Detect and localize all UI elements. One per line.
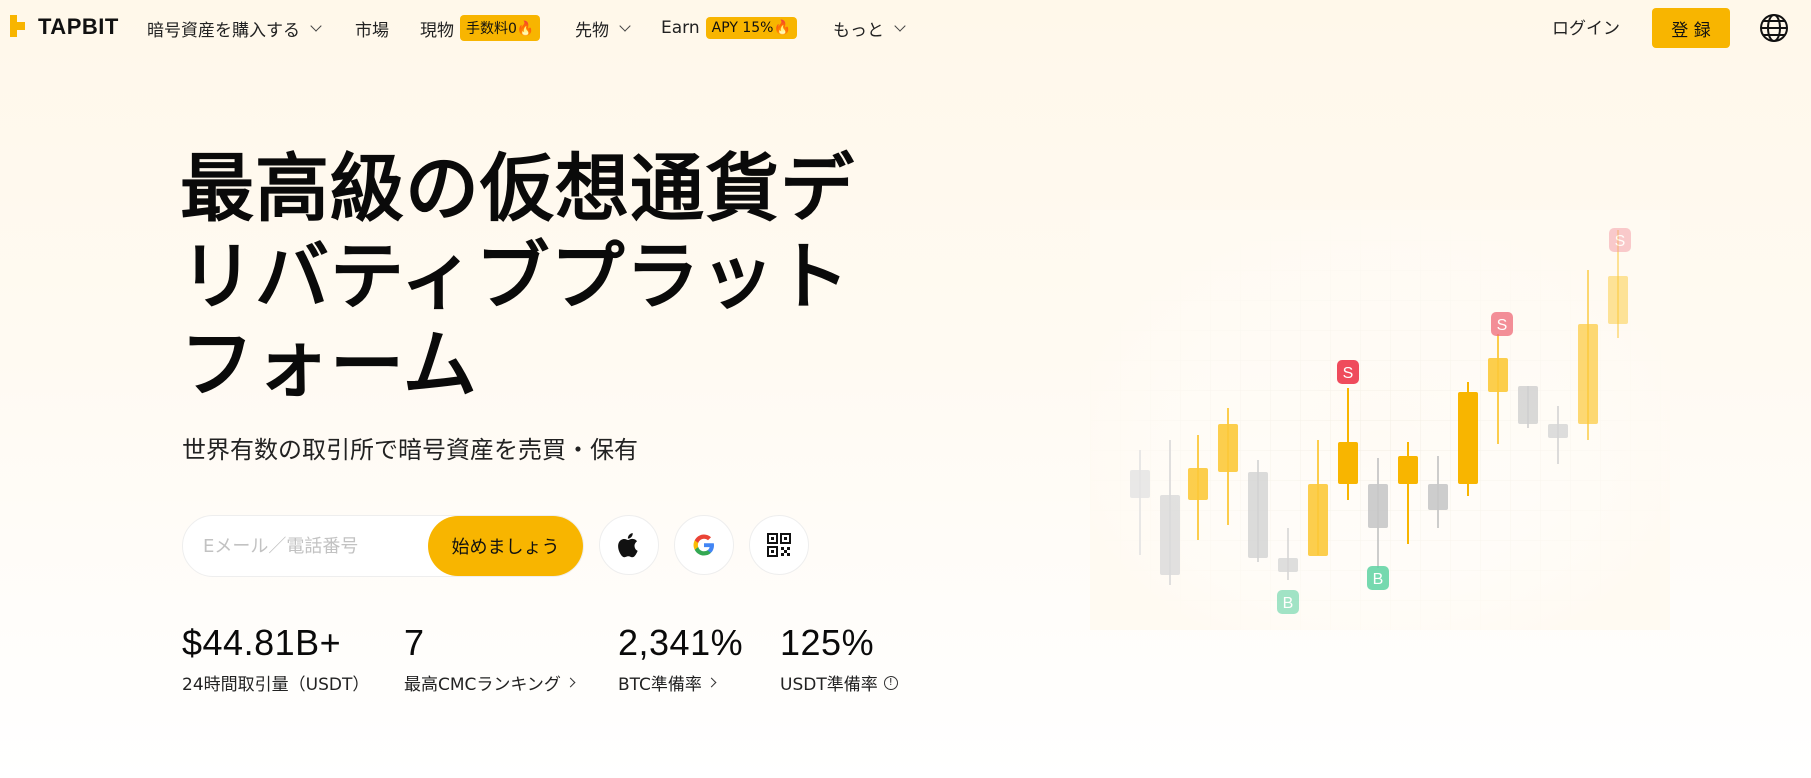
qr-login-button[interactable] — [749, 515, 809, 575]
nav-futures-label: 先物 — [575, 20, 609, 41]
buy-marker: B — [1277, 590, 1299, 614]
buy-marker: B — [1367, 566, 1389, 590]
signup-form: 始めましょう — [182, 515, 584, 577]
chevron-down-icon — [310, 20, 322, 32]
candle-body — [1518, 386, 1538, 424]
nav-markets-label: 市場 — [355, 20, 389, 41]
stat-usdt-reserve: 125% USDT準備率 ! — [780, 622, 898, 695]
globe-icon[interactable] — [1758, 12, 1790, 44]
get-started-button[interactable]: 始めましょう — [428, 516, 583, 576]
nav-spot[interactable]: 現物 手数料0🔥 — [420, 14, 541, 42]
nav-earn[interactable]: Earn APY 15%🔥 — [661, 14, 797, 42]
qr-code-icon — [767, 533, 791, 557]
candle-body — [1578, 324, 1598, 424]
hero-title: 最高級の仮想通貨デ リバティブプラット フォーム — [180, 145, 880, 409]
nav-buy-crypto-label: 暗号資産を購入する — [147, 20, 300, 41]
candle-body — [1488, 358, 1508, 392]
spot-fee-badge: 手数料0🔥 — [460, 15, 541, 41]
candle-body — [1368, 484, 1388, 528]
sell-marker: S — [1337, 360, 1359, 384]
candlestick-illustration: S S S B B — [1090, 210, 1670, 630]
stat-label: BTC準備率 — [618, 670, 743, 695]
candle-body — [1398, 456, 1418, 484]
email-phone-input[interactable] — [203, 535, 413, 557]
google-login-button[interactable] — [674, 515, 734, 575]
sell-marker: S — [1491, 312, 1513, 336]
candle-body — [1160, 495, 1180, 575]
candle-body — [1248, 472, 1268, 558]
stat-label-text: USDT準備率 — [780, 675, 878, 695]
stat-value: 125% — [780, 622, 875, 663]
nav-buy-crypto[interactable]: 暗号資産を購入する — [147, 14, 322, 42]
logo[interactable]: TAPBIT — [10, 14, 119, 40]
candle-body — [1278, 558, 1298, 572]
apple-icon — [618, 533, 638, 558]
nav-more-label: もっと — [833, 20, 884, 41]
candle-body — [1338, 442, 1358, 484]
candle-body — [1548, 424, 1568, 438]
hero-title-line: 最高級の仮想通貨デ — [180, 146, 855, 232]
stat-label: USDT準備率 ! — [780, 670, 898, 695]
stat-label: 最高CMCランキング — [404, 670, 576, 695]
marker-letter: B — [1373, 571, 1384, 588]
nav-earn-label: Earn — [661, 18, 700, 38]
stat-label: 24時間取引量（USDT） — [182, 670, 369, 695]
hero-title-line: リバティブプラット — [180, 234, 851, 320]
nav-more[interactable]: もっと — [833, 14, 906, 42]
stat-value: $44.81B+ — [182, 622, 342, 663]
stat-label-text: BTC準備率 — [618, 675, 702, 695]
apple-login-button[interactable] — [599, 515, 659, 575]
stat-cmc-ranking[interactable]: 7 最高CMCランキング — [404, 622, 576, 695]
hero-subtitle: 世界有数の取引所で暗号資産を売買・保有 — [182, 436, 638, 464]
logo-icon — [10, 15, 32, 39]
top-nav: TAPBIT 暗号資産を購入する 市場 現物 手数料0🔥 先物 Earn APY… — [0, 0, 1811, 56]
stat-label-text: 24時間取引量（USDT） — [182, 675, 370, 695]
google-icon — [693, 534, 714, 556]
stat-value: 7 — [404, 622, 425, 663]
candle-body — [1308, 484, 1328, 556]
chevron-down-icon — [619, 20, 631, 32]
marker-letter: S — [1343, 365, 1354, 382]
candle-body — [1218, 424, 1238, 472]
chevron-down-icon — [894, 20, 906, 32]
login-link[interactable]: ログイン — [1552, 14, 1620, 39]
marker-letter: S — [1497, 317, 1508, 334]
nav-markets[interactable]: 市場 — [355, 14, 389, 42]
stat-btc-reserve[interactable]: 2,341% BTC準備率 — [618, 622, 743, 695]
logo-text: TAPBIT — [38, 14, 119, 39]
candle-body — [1458, 392, 1478, 484]
stat-volume: $44.81B+ 24時間取引量（USDT） — [182, 622, 369, 695]
candle-body — [1130, 470, 1150, 498]
chevron-right-icon — [706, 677, 717, 688]
candle-body — [1188, 468, 1208, 500]
marker-letter: B — [1283, 595, 1294, 612]
marker-letter: S — [1615, 233, 1626, 250]
stat-value: 2,341% — [618, 622, 744, 663]
chevron-right-icon — [565, 677, 576, 688]
register-button[interactable]: 登 録 — [1652, 8, 1730, 48]
stat-label-text: 最高CMCランキング — [404, 675, 561, 695]
nav-spot-label: 現物 — [420, 20, 454, 41]
candle-body — [1608, 276, 1628, 324]
nav-futures[interactable]: 先物 — [575, 14, 631, 42]
earn-apy-badge: APY 15%🔥 — [705, 17, 797, 39]
hero-title-line: フォーム — [180, 322, 478, 408]
candle-body — [1428, 484, 1448, 510]
info-icon[interactable]: ! — [883, 675, 898, 690]
sell-marker: S — [1609, 228, 1631, 252]
